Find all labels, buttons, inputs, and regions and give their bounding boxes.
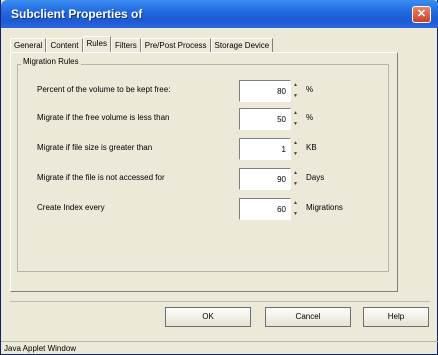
percent-free-input[interactable] (239, 80, 291, 102)
spinner-arrows: ▲ ▼ (292, 169, 299, 189)
spin-down-icon[interactable]: ▼ (292, 120, 299, 129)
help-button[interactable]: Help (363, 307, 429, 327)
spinner-arrows: ▲ ▼ (292, 81, 299, 101)
spin-up-icon[interactable]: ▲ (292, 81, 299, 90)
unit-label: Migrations (306, 203, 343, 212)
unit-label: % (306, 113, 314, 122)
tab-storage-device[interactable]: Storage Device (210, 38, 274, 52)
spin-up-icon[interactable]: ▲ (292, 169, 299, 178)
free-volume-spinner: ▲ ▼ (239, 108, 301, 130)
spin-down-icon[interactable]: ▼ (292, 210, 299, 219)
cancel-button[interactable]: Cancel (265, 307, 351, 327)
status-bar: Java Applet Window (1, 341, 438, 355)
file-size-spinner: ▲ ▼ (239, 138, 301, 160)
rule-row-not-accessed: Migrate if the file is not accessed for … (1, 168, 438, 190)
spin-down-icon[interactable]: ▼ (292, 180, 299, 189)
spin-up-icon[interactable]: ▲ (292, 139, 299, 148)
rule-row-keep-free: Percent of the volume to be kept free: ▲… (1, 80, 438, 102)
tab-general[interactable]: General (10, 38, 47, 52)
close-icon: ✕ (416, 8, 427, 20)
rule-label: Percent of the volume to be kept free: (37, 85, 171, 94)
tab-strip: General Content Rules Filters Pre/Post P… (10, 36, 274, 52)
divider (10, 301, 430, 302)
title-bar[interactable]: Subclient Properties of ✕ (1, 0, 438, 28)
spin-up-icon[interactable]: ▲ (292, 199, 299, 208)
spinner-arrows: ▲ ▼ (292, 199, 299, 219)
dialog-window: Subclient Properties of ✕ General Conten… (0, 0, 438, 355)
unit-label: KB (306, 143, 317, 152)
rule-label: Migrate if the file is not accessed for (37, 173, 165, 182)
close-button[interactable]: ✕ (412, 6, 431, 23)
percent-free-spinner: ▲ ▼ (239, 80, 301, 102)
create-index-input[interactable] (239, 198, 291, 220)
spinner-arrows: ▲ ▼ (292, 109, 299, 129)
unit-label: % (306, 85, 314, 94)
rule-label: Migrate if file size is greater than (37, 143, 153, 152)
rule-label: Create Index every (37, 203, 105, 212)
rule-row-free-volume: Migrate if the free volume is less than … (1, 108, 438, 130)
not-accessed-spinner: ▲ ▼ (239, 168, 301, 190)
tab-filters[interactable]: Filters (110, 38, 141, 52)
spin-down-icon[interactable]: ▼ (292, 150, 299, 159)
not-accessed-input[interactable] (239, 168, 291, 190)
status-text: Java Applet Window (4, 344, 77, 353)
ok-button[interactable]: OK (165, 307, 251, 327)
rule-row-file-size: Migrate if file size is greater than ▲ ▼… (1, 138, 438, 160)
unit-label: Days (306, 173, 325, 182)
spin-down-icon[interactable]: ▼ (292, 92, 299, 101)
file-size-input[interactable] (239, 138, 291, 160)
tab-rules[interactable]: Rules (82, 36, 111, 52)
create-index-spinner: ▲ ▼ (239, 198, 301, 220)
free-volume-input[interactable] (239, 108, 291, 130)
tab-content[interactable]: Content (46, 38, 83, 52)
rule-label: Migrate if the free volume is less than (37, 113, 170, 122)
spinner-arrows: ▲ ▼ (292, 139, 299, 159)
spin-up-icon[interactable]: ▲ (292, 109, 299, 118)
window-title: Subclient Properties of (11, 7, 143, 21)
group-label: Migration Rules (21, 57, 81, 66)
rule-row-create-index: Create Index every ▲ ▼ Migrations (1, 198, 438, 220)
tab-pre-post-process[interactable]: Pre/Post Process (140, 38, 211, 52)
